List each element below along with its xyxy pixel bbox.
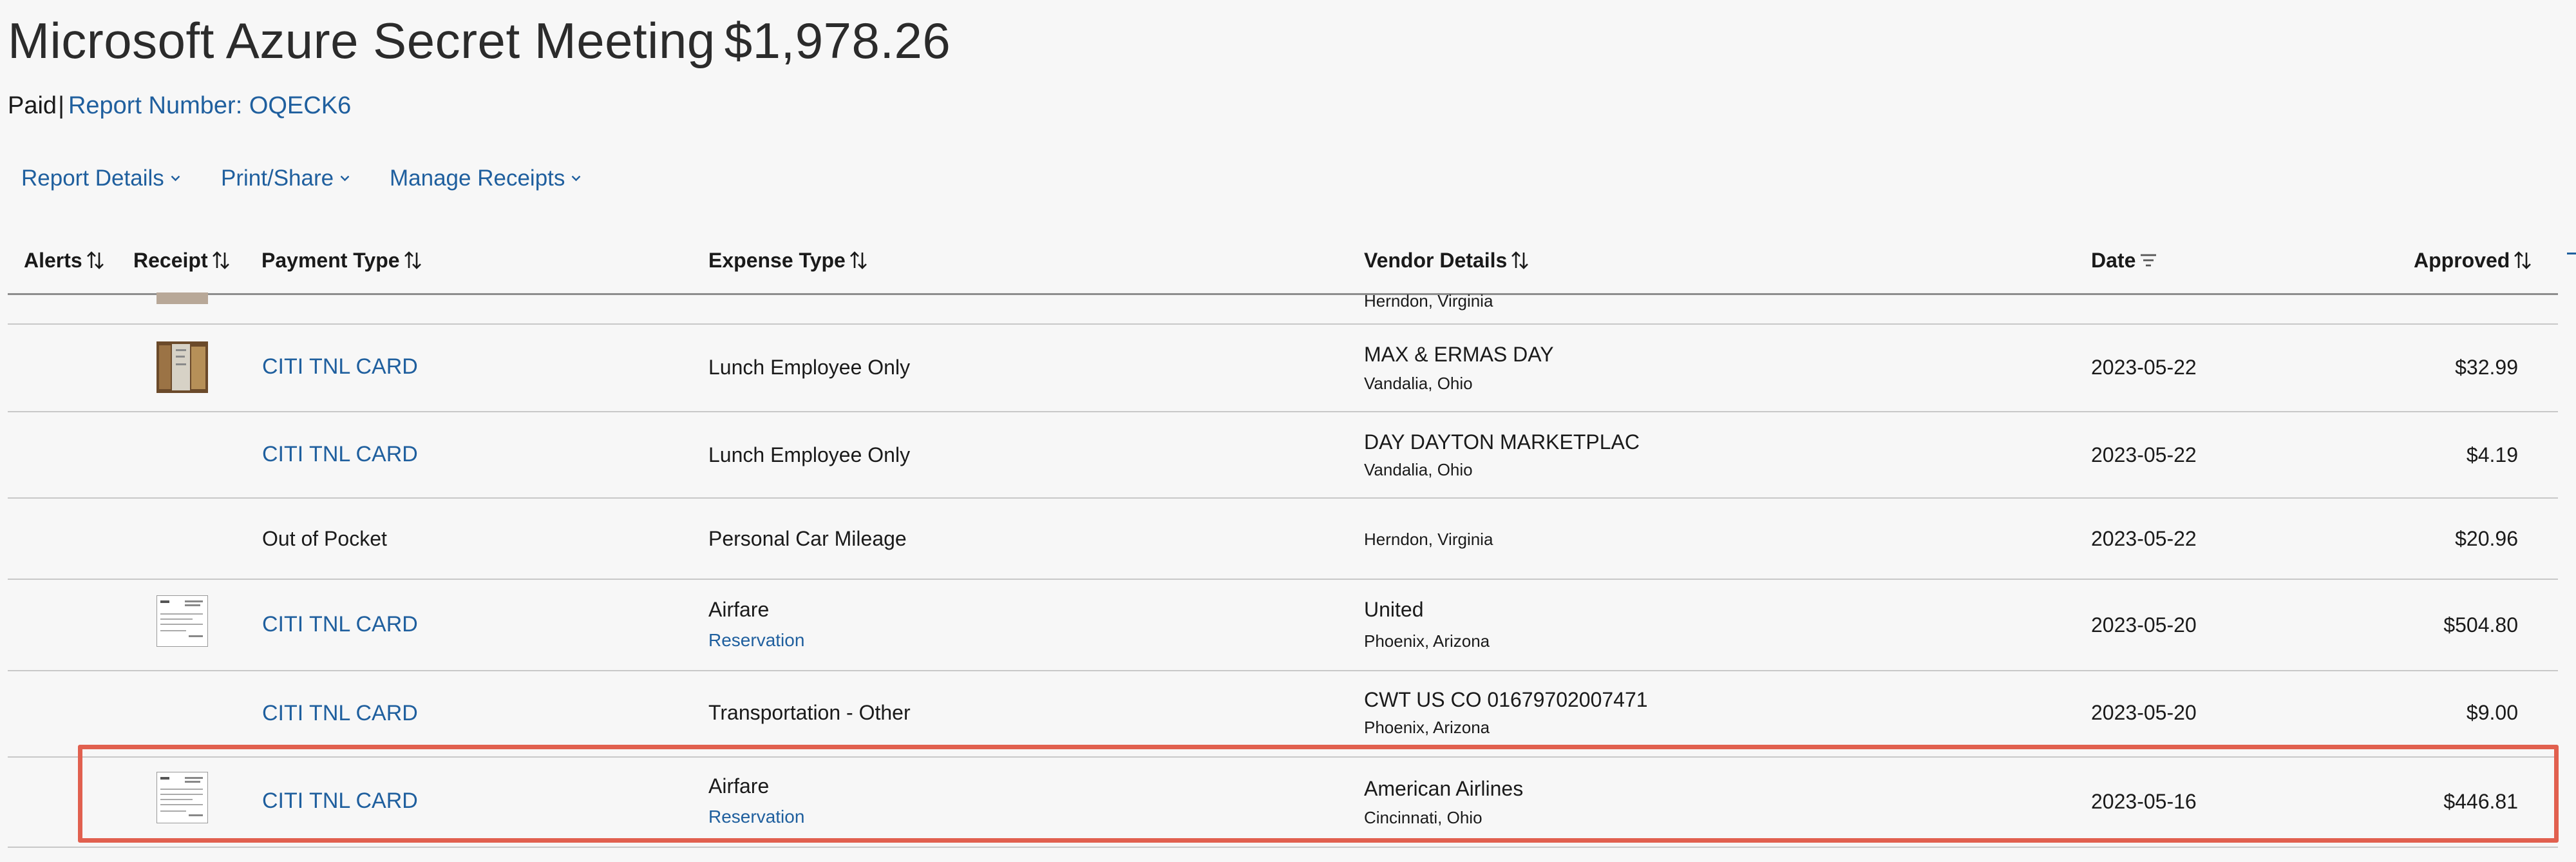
chevron-down-icon (340, 175, 350, 182)
column-header-receipt[interactable]: Receipt (133, 249, 230, 273)
report-number-link[interactable]: Report Number: OQECK6 (68, 92, 351, 119)
report-action-menu: Report Details Print/Share Manage Receip… (0, 166, 773, 198)
vendor-name: MAX & ERMAS DAY (1364, 343, 1554, 366)
expense-type: Transportation - Other (708, 701, 911, 724)
table-row[interactable]: CITI TNL CARD Airfare Reservation United… (8, 580, 2558, 671)
column-header-date[interactable]: Date (2091, 249, 2157, 273)
table-row[interactable]: CITI TNL CARD Lunch Employee Only DAY DA… (8, 412, 2558, 499)
column-header-approved[interactable]: Approved (2414, 249, 2532, 273)
expense-type: Personal Car Mileage (708, 527, 907, 550)
vendor-location: Vandalia, Ohio (1364, 374, 1473, 393)
print-share-label: Print/Share (221, 166, 334, 191)
payment-type-link[interactable]: CITI TNL CARD (262, 701, 418, 726)
report-title: Microsoft Azure Secret Meeting (8, 12, 715, 69)
payment-type: Out of Pocket (262, 527, 387, 550)
table-header: Alerts Receipt Payment Type Expense Type… (0, 231, 2576, 292)
approved-amount: $4.19 (2466, 443, 2518, 466)
column-header-payment-type[interactable]: Payment Type (261, 249, 422, 273)
column-header-expense-type[interactable]: Expense Type (708, 249, 867, 273)
expense-date: 2023-05-22 (2091, 527, 2197, 550)
sort-icon (212, 251, 229, 269)
expense-type-header-label: Expense Type (708, 249, 846, 272)
receipt-thumbnail[interactable] (156, 292, 208, 304)
receipt-document-thumbnail[interactable] (156, 595, 208, 647)
expense-type: Lunch Employee Only (708, 443, 911, 466)
table-row[interactable]: CITI TNL CARD Lunch Employee Only MAX & … (8, 325, 2558, 412)
payment-type-header-label: Payment Type (261, 249, 400, 272)
approved-amount: $504.80 (2443, 613, 2518, 637)
column-settings-indicator[interactable] (2567, 253, 2576, 254)
expense-date: 2023-05-20 (2091, 613, 2197, 637)
alerts-header-label: Alerts (24, 249, 82, 272)
receipt-header-label: Receipt (133, 249, 208, 272)
highlight-box (78, 745, 2559, 843)
payment-type-link[interactable]: CITI TNL CARD (262, 612, 418, 637)
row-divider (8, 847, 2558, 848)
reservation-link[interactable]: Reservation (708, 630, 804, 651)
vendor-name: United (1364, 598, 1424, 621)
payment-type-link[interactable]: CITI TNL CARD (262, 354, 418, 379)
table-row[interactable]: Out of Pocket Personal Car Mileage Hernd… (8, 499, 2558, 580)
vendor-location: Herndon, Virginia (1364, 530, 1493, 549)
sort-icon (86, 251, 104, 269)
vendor-location: Phoenix, Arizona (1364, 718, 1490, 737)
expense-type: Lunch Employee Only (708, 356, 911, 379)
vendor-location: Phoenix, Arizona (1364, 631, 1490, 651)
approved-amount: $9.00 (2466, 701, 2518, 724)
report-subheader: Paid| Report Number: OQECK6 (8, 92, 351, 120)
report-amount: $1,978.26 (724, 12, 951, 69)
vendor-details-header-label: Vendor Details (1364, 249, 1508, 272)
payment-type-link[interactable]: CITI TNL CARD (262, 442, 418, 467)
page-title: Microsoft Azure Secret Meeting $1,978.26 (8, 12, 951, 70)
sort-icon (2514, 251, 2532, 269)
vendor-name: DAY DAYTON MARKETPLAC (1364, 430, 1640, 454)
expense-date: 2023-05-22 (2091, 443, 2197, 466)
approved-amount: $32.99 (2455, 356, 2518, 379)
status-label: Paid (8, 92, 57, 119)
vendor-location: Herndon, Virginia (1364, 291, 1493, 311)
approved-amount: $20.96 (2455, 527, 2518, 550)
expense-type: Airfare (708, 598, 770, 621)
approved-header-label: Approved (2414, 249, 2510, 272)
sort-icon (404, 251, 421, 269)
report-details-menu[interactable]: Report Details (21, 166, 180, 191)
sort-icon (849, 251, 867, 269)
column-header-alerts[interactable]: Alerts (24, 249, 104, 273)
chevron-down-icon (572, 175, 581, 182)
sort-icon (1511, 251, 1529, 269)
vendor-name: CWT US CO 01679702007471 (1364, 688, 1648, 711)
expense-date: 2023-05-22 (2091, 356, 2197, 379)
separator: | (58, 92, 64, 119)
print-share-menu[interactable]: Print/Share (221, 166, 350, 191)
date-header-label: Date (2091, 249, 2136, 272)
chevron-down-icon (171, 175, 180, 182)
receipt-photo-thumbnail[interactable] (156, 341, 208, 393)
report-details-label: Report Details (21, 166, 164, 191)
column-header-vendor-details[interactable]: Vendor Details (1364, 249, 1529, 273)
vendor-location: Vandalia, Ohio (1364, 460, 1473, 479)
manage-receipts-label: Manage Receipts (390, 166, 565, 191)
expense-date: 2023-05-20 (2091, 701, 2197, 724)
table-row-partial[interactable]: Herndon, Virginia (8, 291, 2558, 325)
sort-descending-icon (2141, 254, 2157, 267)
manage-receipts-menu[interactable]: Manage Receipts (390, 166, 581, 191)
